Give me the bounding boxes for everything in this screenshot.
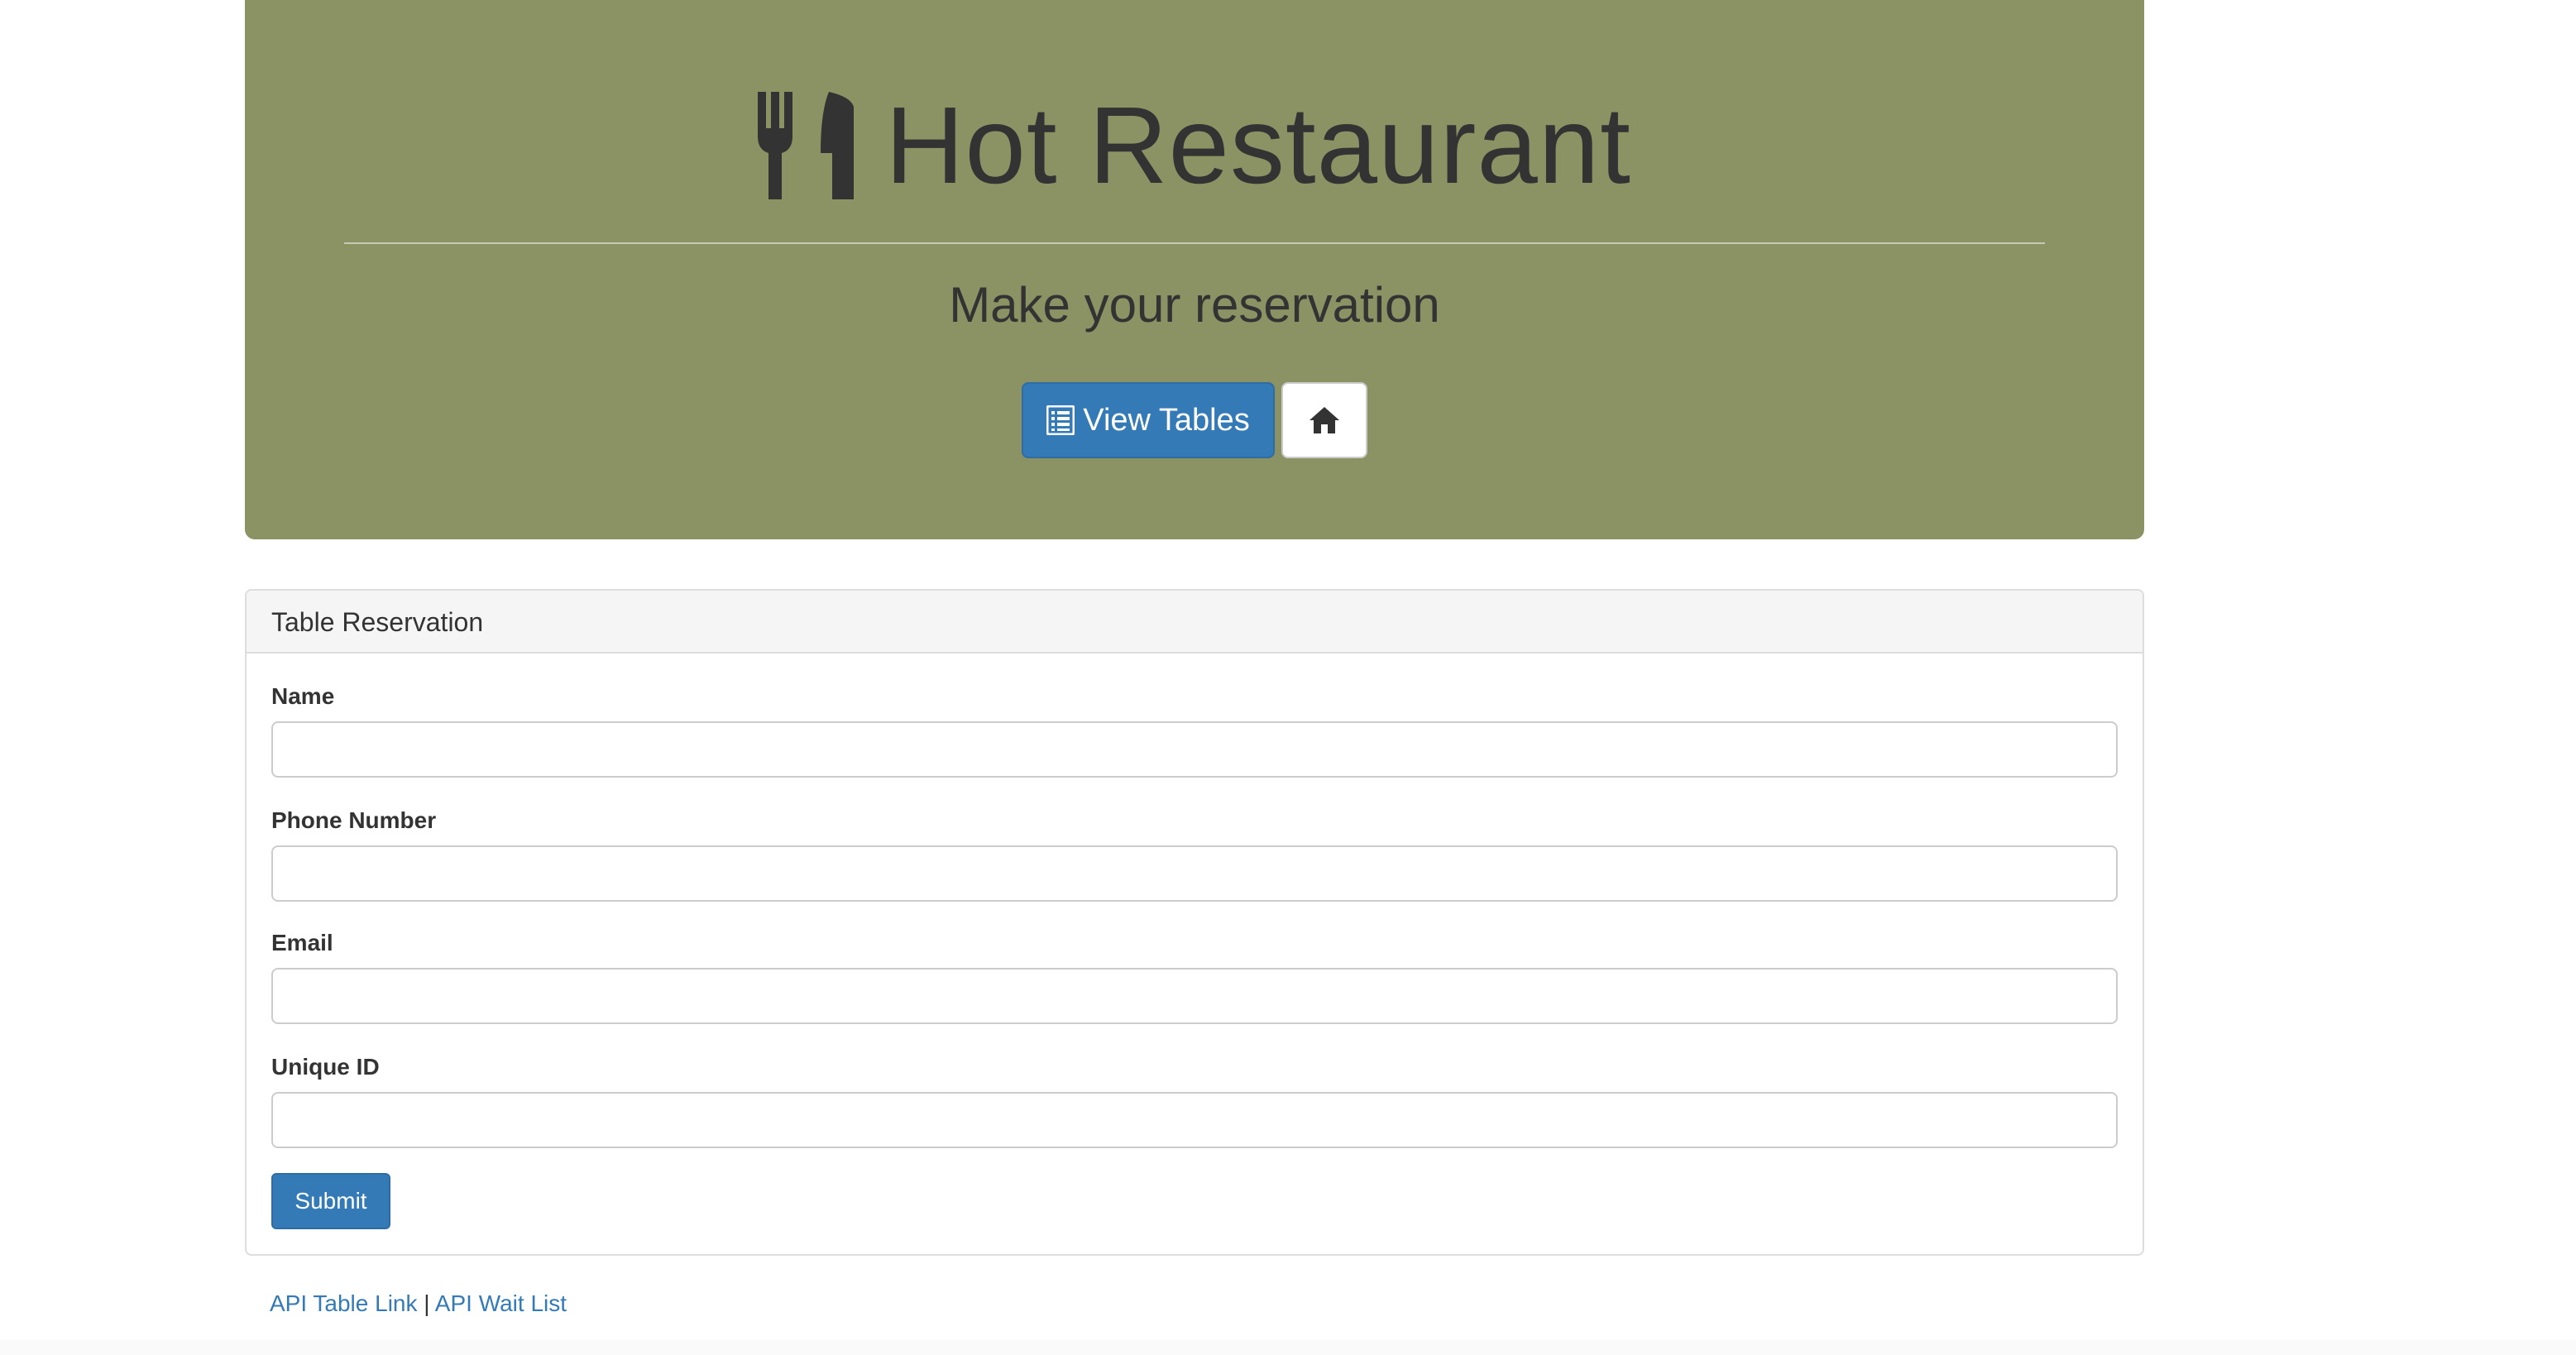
panel-heading: Table Reservation bbox=[247, 591, 2143, 654]
reservation-panel: Table Reservation Name Phone Number Emai… bbox=[245, 589, 2144, 1256]
home-button[interactable] bbox=[1281, 382, 1367, 458]
api-table-link[interactable]: API Table Link bbox=[270, 1290, 418, 1316]
footer-links: API Table Link | API Wait List bbox=[270, 1287, 567, 1320]
cutlery-icon bbox=[758, 92, 857, 199]
phone-label: Phone Number bbox=[271, 807, 437, 833]
api-wait-list-link[interactable]: API Wait List bbox=[435, 1290, 567, 1316]
name-label: Name bbox=[271, 683, 335, 709]
brand: Hot Restaurant bbox=[245, 79, 2144, 212]
page-subtitle: Make your reservation bbox=[949, 277, 1440, 333]
list-alt-icon bbox=[1046, 405, 1075, 435]
page-bottom bbox=[0, 1340, 2576, 1355]
phone-input[interactable] bbox=[271, 845, 2118, 902]
name-input[interactable] bbox=[271, 721, 2118, 778]
unique-id-label: Unique ID bbox=[271, 1054, 380, 1080]
home-icon bbox=[1308, 405, 1341, 435]
page-title: Hot Restaurant bbox=[885, 84, 1631, 206]
view-tables-label: View Tables bbox=[1083, 402, 1250, 438]
link-separator: | bbox=[424, 1290, 430, 1316]
email-input[interactable] bbox=[271, 968, 2118, 1024]
view-tables-button[interactable]: View Tables bbox=[1022, 382, 1275, 458]
jumbotron: Hot Restaurant Make your reservation Vie… bbox=[245, 0, 2144, 539]
unique-id-input[interactable] bbox=[271, 1092, 2118, 1148]
divider bbox=[344, 242, 2045, 244]
submit-button[interactable]: Submit bbox=[271, 1173, 390, 1229]
header-actions: View Tables bbox=[245, 382, 2144, 460]
email-label: Email bbox=[271, 930, 333, 955]
